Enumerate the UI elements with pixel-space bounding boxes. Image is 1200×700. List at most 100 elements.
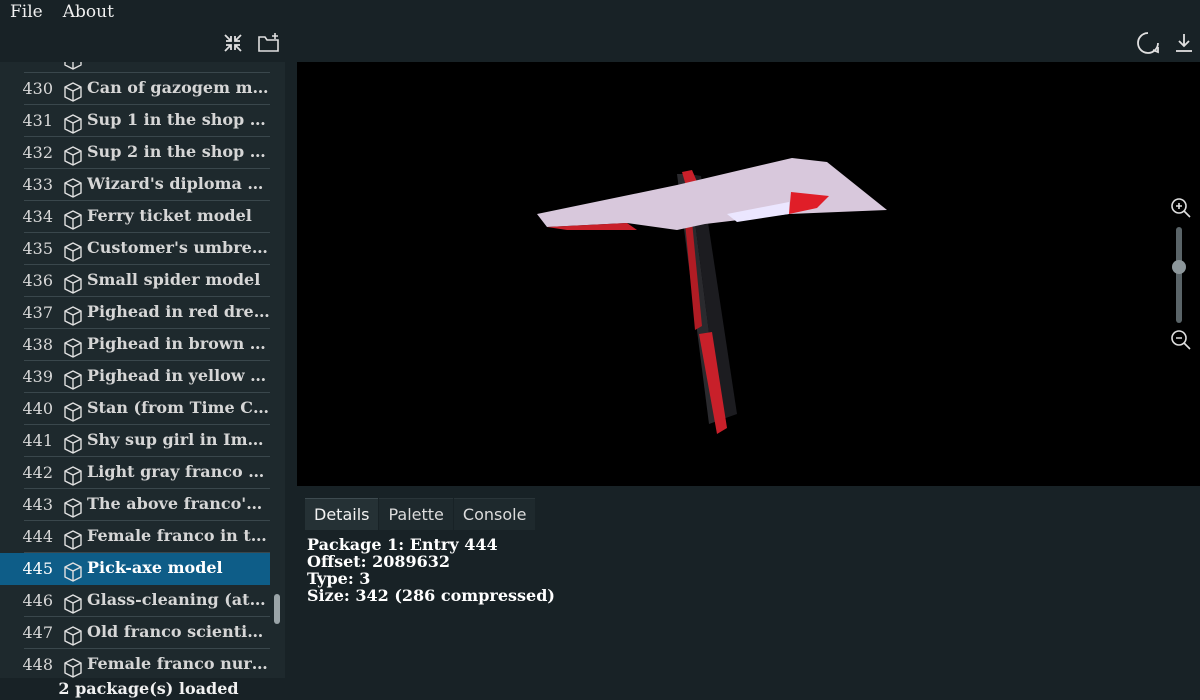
list-item[interactable]: 429: [0, 62, 270, 73]
pick-axe-model: [537, 158, 887, 434]
cube-icon: [62, 113, 84, 135]
list-item[interactable]: 438 Pighead in brown d...: [0, 329, 270, 361]
cube-icon: [62, 561, 84, 583]
cube-icon: [62, 465, 84, 487]
entry-label: The above franco's ...: [87, 494, 270, 513]
entry-number: 432: [22, 143, 53, 162]
list-item[interactable]: 434 Ferry ticket model: [0, 201, 270, 233]
list-item[interactable]: 445 Pick-axe model: [0, 553, 270, 585]
cube-icon: [62, 145, 84, 167]
details-text: Package 1: Entry 444 Offset: 2089632 Typ…: [307, 536, 555, 604]
cube-icon: [62, 337, 84, 359]
entry-label: Stan (from Time Co...: [87, 398, 270, 417]
download-icon: [1176, 34, 1192, 52]
entry-number: 440: [22, 399, 53, 418]
list-item[interactable]: 439 Pighead in yellow d...: [0, 361, 270, 393]
list-item[interactable]: 444 Female franco in th...: [0, 521, 270, 553]
cube-icon: [62, 529, 84, 551]
zoom-slider-thumb[interactable]: [1172, 260, 1186, 274]
model-viewport[interactable]: [297, 62, 1200, 486]
entry-list-panel: 429 430 Can of gazogem mo... 431 Sup 1 in th…: [0, 62, 285, 678]
list-item[interactable]: 441 Shy sup girl in Imp...: [0, 425, 270, 457]
list-item[interactable]: 432 Sup 2 in the shop (I ...: [0, 137, 270, 169]
menu-bar: File About: [0, 0, 1200, 24]
sidebar-toolbar: [0, 24, 297, 62]
cube-icon: [62, 657, 84, 678]
scrollbar[interactable]: [272, 62, 281, 678]
tab-details[interactable]: Details: [305, 498, 379, 530]
zoom-out-icon[interactable]: [1169, 328, 1191, 350]
list-item[interactable]: 430 Can of gazogem mo...: [0, 73, 270, 105]
entry-label: Ferry ticket model: [87, 206, 252, 225]
list-item[interactable]: 440 Stan (from Time Co...: [0, 393, 270, 425]
entry-number: 448: [22, 655, 53, 674]
entry-label: Customer's umbrell...: [87, 238, 270, 257]
list-item[interactable]: 431 Sup 1 in the shop (I ...: [0, 105, 270, 137]
info-panel: Details Palette Console Package 1: Entry…: [297, 486, 1200, 700]
entry-label: Female franco nurs...: [87, 654, 270, 673]
details-size: Size: 342 (286 compressed): [307, 586, 555, 605]
list-item[interactable]: 447 Old franco scientist...: [0, 617, 270, 649]
open-package-button[interactable]: [254, 28, 284, 58]
entry-number: 430: [22, 79, 53, 98]
entry-label: Small spider model: [87, 270, 261, 289]
entry-label: Pighead in red dres...: [87, 302, 270, 321]
entry-number: 438: [22, 335, 53, 354]
list-item[interactable]: 446 Glass-cleaning (at l...: [0, 585, 270, 617]
details-offset: Offset: 2089632: [307, 552, 451, 571]
tab-palette[interactable]: Palette: [379, 498, 453, 530]
entry-number: 444: [22, 527, 53, 546]
cube-icon: [62, 81, 84, 103]
rotate-button[interactable]: [1133, 28, 1163, 58]
cube-icon: [62, 625, 84, 647]
entry-label: Female franco in th...: [87, 526, 270, 545]
cube-icon: [62, 241, 84, 263]
entry-number: 434: [22, 207, 53, 226]
entry-label: Pighead in brown d...: [87, 334, 270, 353]
download-button[interactable]: [1169, 28, 1199, 58]
viewer-toolbar: [297, 24, 1200, 62]
details-entry: Package 1: Entry 444: [307, 535, 498, 554]
entry-number: 447: [22, 623, 53, 642]
file-menu[interactable]: File: [0, 0, 53, 24]
entry-number: 431: [22, 111, 53, 130]
list-item[interactable]: 443 The above franco's ...: [0, 489, 270, 521]
cube-icon: [62, 305, 84, 327]
rotate-icon: [1137, 32, 1159, 54]
tab-console[interactable]: Console: [453, 498, 536, 530]
cube-icon: [62, 62, 84, 71]
entry-number: 442: [22, 463, 53, 482]
entry-label: Wizard's diploma m...: [87, 174, 270, 193]
scrollbar-thumb[interactable]: [274, 594, 280, 624]
about-menu[interactable]: About: [53, 0, 124, 24]
list-item[interactable]: 437 Pighead in red dres...: [0, 297, 270, 329]
collapse-button[interactable]: [218, 28, 248, 58]
list-item[interactable]: 448 Female franco nurs...: [0, 649, 270, 678]
entry-number: 435: [22, 239, 53, 258]
zoom-in-icon[interactable]: [1169, 196, 1191, 218]
cube-icon: [62, 177, 84, 199]
cube-icon: [62, 401, 84, 423]
list-item[interactable]: 442 Light gray franco g...: [0, 457, 270, 489]
entry-label: Sup 1 in the shop (I ...: [87, 110, 270, 129]
entry-label: Shy sup girl in Imp...: [87, 430, 270, 449]
entry-number: 436: [22, 271, 53, 290]
cube-icon: [62, 497, 84, 519]
entry-number: 443: [22, 495, 53, 514]
cube-icon: [62, 593, 84, 615]
list-item[interactable]: 433 Wizard's diploma m...: [0, 169, 270, 201]
entry-label: Glass-cleaning (at l...: [87, 590, 270, 609]
entry-number: 429: [0, 62, 53, 66]
cube-icon: [62, 209, 84, 231]
zoom-slider[interactable]: [1172, 227, 1186, 323]
list-item[interactable]: 436 Small spider model: [0, 265, 270, 297]
status-text: 2 package(s) loaded: [0, 678, 297, 700]
entry-list: 429 430 Can of gazogem mo... 431 Sup 1 in th…: [0, 62, 285, 678]
collapse-arrows-icon: [224, 34, 242, 52]
info-tabs: Details Palette Console: [305, 498, 536, 530]
cube-icon: [62, 433, 84, 455]
entry-label: Pick-axe model: [87, 558, 223, 577]
entry-number: 441: [22, 431, 53, 450]
list-item[interactable]: 435 Customer's umbrell...: [0, 233, 270, 265]
entry-label: Can of gazogem mo...: [87, 78, 270, 97]
